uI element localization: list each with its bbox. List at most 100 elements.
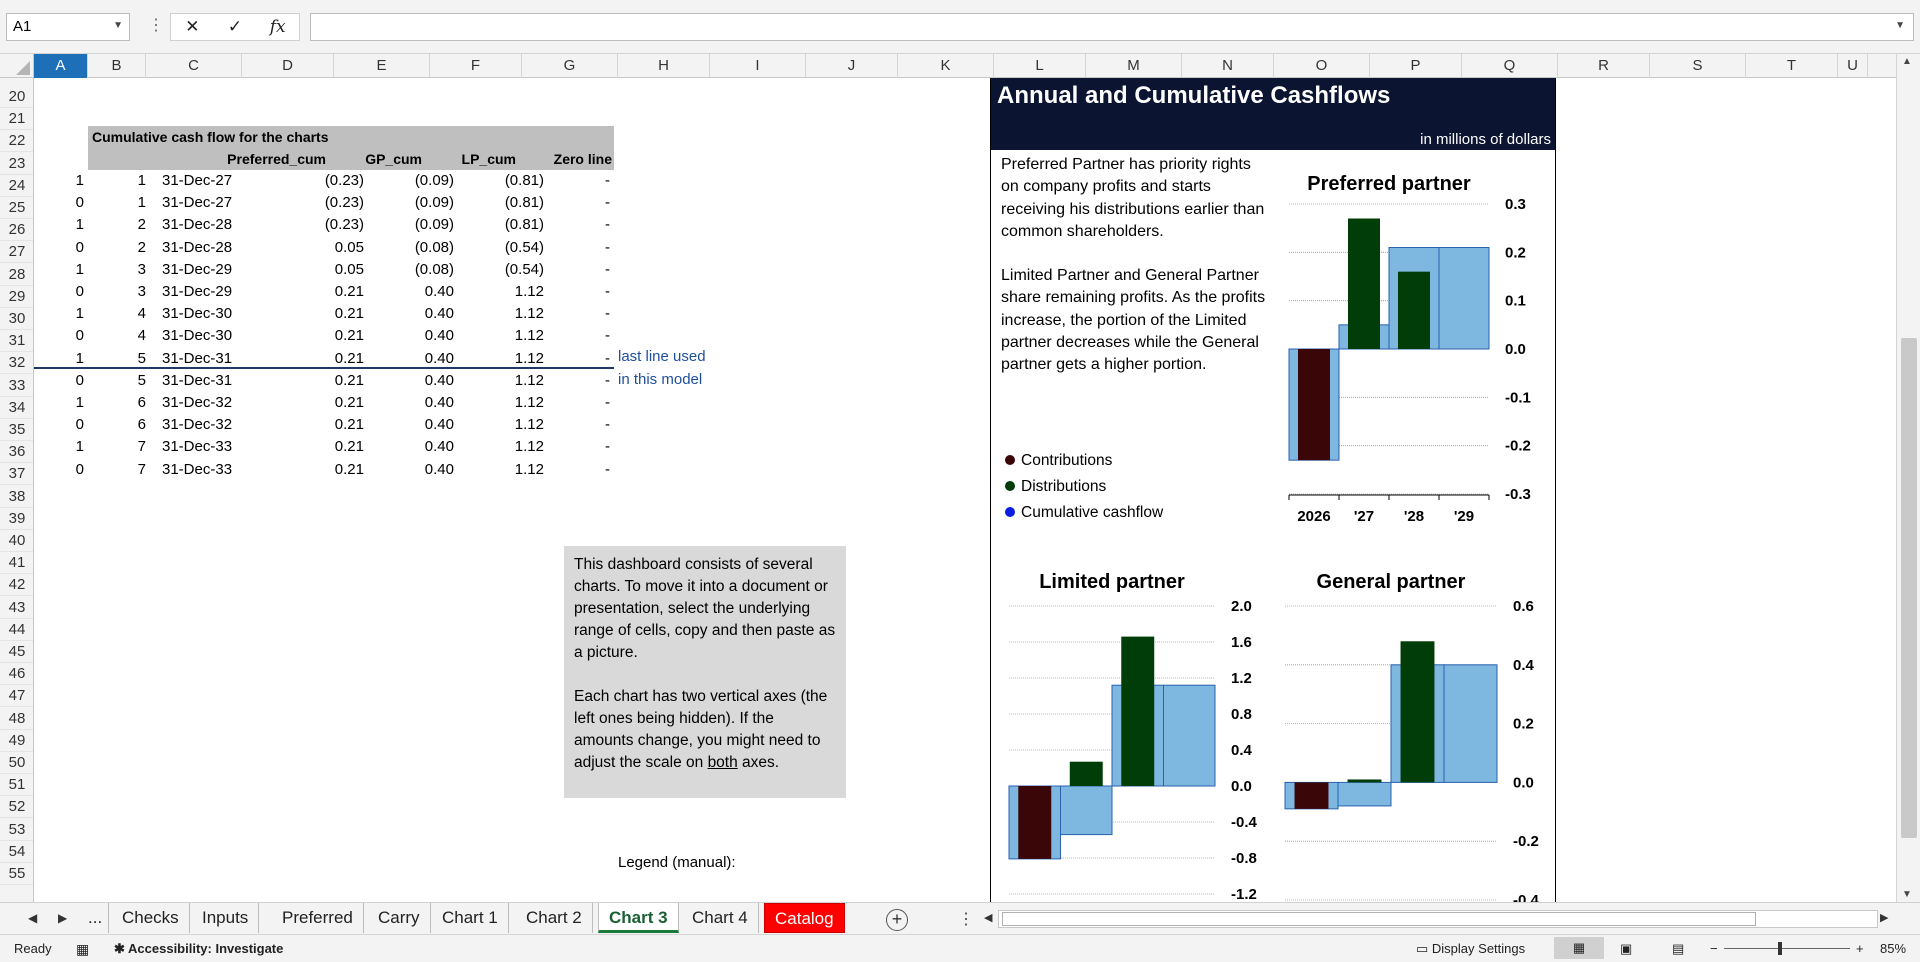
table-cell[interactable]: 1 (34, 303, 84, 325)
table-cell[interactable]: (0.08) (364, 237, 454, 259)
display-settings[interactable]: ▭ Display Settings (1416, 941, 1525, 957)
table-cell[interactable]: 31-Dec-28 (162, 214, 242, 236)
row-header-43[interactable]: 43 (0, 597, 33, 619)
row-header-40[interactable]: 40 (0, 530, 33, 552)
column-header-p[interactable]: P (1370, 54, 1462, 78)
table-cell[interactable]: 0.40 (364, 303, 454, 325)
table-cell[interactable]: 31-Dec-29 (162, 259, 242, 281)
row-header-50[interactable]: 50 (0, 752, 33, 774)
table-cell[interactable]: 0.40 (364, 436, 454, 458)
table-cell[interactable]: (0.81) (454, 192, 544, 214)
tab-menu-icon[interactable]: ⋮ (958, 909, 974, 929)
row-header-25[interactable]: 25 (0, 197, 33, 219)
table-cell[interactable]: (0.81) (454, 214, 544, 236)
table-cell[interactable]: 6 (88, 414, 146, 436)
sheet-grid[interactable]: Cumulative cash flow for the charts Pref… (34, 78, 1896, 902)
table-cell[interactable]: - (544, 436, 614, 458)
row-header-21[interactable]: 21 (0, 108, 33, 131)
row-header-53[interactable]: 53 (0, 819, 33, 841)
table-cell[interactable]: (0.23) (242, 214, 364, 236)
table-cell[interactable]: 31-Dec-27 (162, 192, 242, 214)
name-box[interactable]: A1 ▼ (6, 13, 130, 41)
tab-inputs[interactable]: Inputs (192, 903, 260, 933)
table-cell[interactable]: 31-Dec-33 (162, 459, 242, 481)
table-cell[interactable]: 1.12 (454, 281, 544, 303)
row-header-26[interactable]: 26 (0, 219, 33, 242)
row-header-37[interactable]: 37 (0, 463, 33, 486)
table-cell[interactable]: 0.21 (242, 281, 364, 303)
column-header-i[interactable]: I (710, 54, 806, 78)
table-cell[interactable]: 0 (34, 414, 84, 436)
table-cell[interactable]: 0.40 (364, 281, 454, 303)
table-cell[interactable]: (0.09) (364, 214, 454, 236)
table-cell[interactable]: 0.40 (364, 392, 454, 414)
column-header-e[interactable]: E (334, 54, 430, 78)
table-cell[interactable]: 1.12 (454, 392, 544, 414)
row-header-49[interactable]: 49 (0, 730, 33, 752)
table-cell[interactable]: 1 (34, 392, 84, 414)
table-cell[interactable]: - (544, 237, 614, 259)
row-header-38[interactable]: 38 (0, 486, 33, 508)
table-cell[interactable]: (0.09) (364, 192, 454, 214)
tab-chart-3[interactable]: Chart 3 (598, 903, 679, 933)
table-cell[interactable]: (0.08) (364, 259, 454, 281)
normal-view-icon[interactable]: ▦ (1554, 937, 1604, 959)
more-options-icon[interactable]: ⋮ (148, 18, 164, 34)
row-header-31[interactable]: 31 (0, 330, 33, 353)
vertical-scroll-thumb[interactable] (1901, 338, 1917, 838)
table-cell[interactable]: (0.09) (364, 170, 454, 192)
table-cell[interactable]: 0.40 (364, 414, 454, 436)
column-header-r[interactable]: R (1558, 54, 1650, 78)
table-cell[interactable]: 0.05 (242, 237, 364, 259)
table-cell[interactable]: 31-Dec-31 (162, 370, 242, 392)
row-header-30[interactable]: 30 (0, 308, 33, 330)
table-cell[interactable]: 0.21 (242, 370, 364, 392)
add-sheet-icon[interactable]: + (886, 909, 908, 931)
table-cell[interactable]: 0 (34, 459, 84, 481)
tab-chart-4[interactable]: Chart 4 (682, 903, 759, 933)
column-header-s[interactable]: S (1650, 54, 1746, 78)
column-header-u[interactable]: U (1838, 54, 1868, 78)
row-header-46[interactable]: 46 (0, 663, 33, 686)
table-cell[interactable]: (0.81) (454, 170, 544, 192)
row-header-34[interactable]: 34 (0, 397, 33, 419)
table-cell[interactable]: 31-Dec-28 (162, 237, 242, 259)
row-header-33[interactable]: 33 (0, 375, 33, 397)
column-header-k[interactable]: K (898, 54, 994, 78)
vertical-scrollbar[interactable]: ▲ ▼ (1896, 54, 1920, 902)
table-cell[interactable]: 0.40 (364, 459, 454, 481)
table-cell[interactable]: 2 (88, 237, 146, 259)
table-cell[interactable]: 5 (88, 370, 146, 392)
table-cell[interactable]: 0.40 (364, 370, 454, 392)
table-cell[interactable]: 1 (34, 170, 84, 192)
zoom-slider-thumb[interactable] (1778, 942, 1782, 955)
table-cell[interactable]: 1.12 (454, 459, 544, 481)
row-header-47[interactable]: 47 (0, 685, 33, 708)
table-cell[interactable]: 0 (34, 192, 84, 214)
row-header-41[interactable]: 41 (0, 552, 33, 575)
column-header-d[interactable]: D (242, 54, 334, 78)
table-cell[interactable]: 1.12 (454, 303, 544, 325)
column-header-g[interactable]: G (522, 54, 618, 78)
table-cell[interactable]: 1 (34, 214, 84, 236)
dashboard-panel[interactable]: Annual and Cumulative Cashflows in milli… (990, 78, 1556, 902)
table-cell[interactable]: 31-Dec-32 (162, 414, 242, 436)
scroll-up-icon[interactable]: ▲ (1902, 56, 1912, 67)
row-header-51[interactable]: 51 (0, 774, 33, 797)
row-header-54[interactable]: 54 (0, 841, 33, 863)
zoom-level[interactable]: 85% (1880, 941, 1906, 956)
table-cell[interactable]: - (544, 281, 614, 303)
table-cell[interactable]: - (544, 414, 614, 436)
tab-carry[interactable]: Carry (368, 903, 431, 933)
table-cell[interactable]: 1 (88, 192, 146, 214)
table-cell[interactable]: 3 (88, 281, 146, 303)
table-cell[interactable]: 0.21 (242, 303, 364, 325)
row-header-28[interactable]: 28 (0, 264, 33, 286)
table-cell[interactable]: 0.21 (242, 436, 364, 458)
table-cell[interactable]: (0.54) (454, 237, 544, 259)
row-header-35[interactable]: 35 (0, 419, 33, 441)
enter-icon[interactable]: ✓ (220, 17, 250, 37)
table-cell[interactable]: 31-Dec-33 (162, 436, 242, 458)
row-header-44[interactable]: 44 (0, 619, 33, 641)
table-cell[interactable]: 31-Dec-29 (162, 281, 242, 303)
